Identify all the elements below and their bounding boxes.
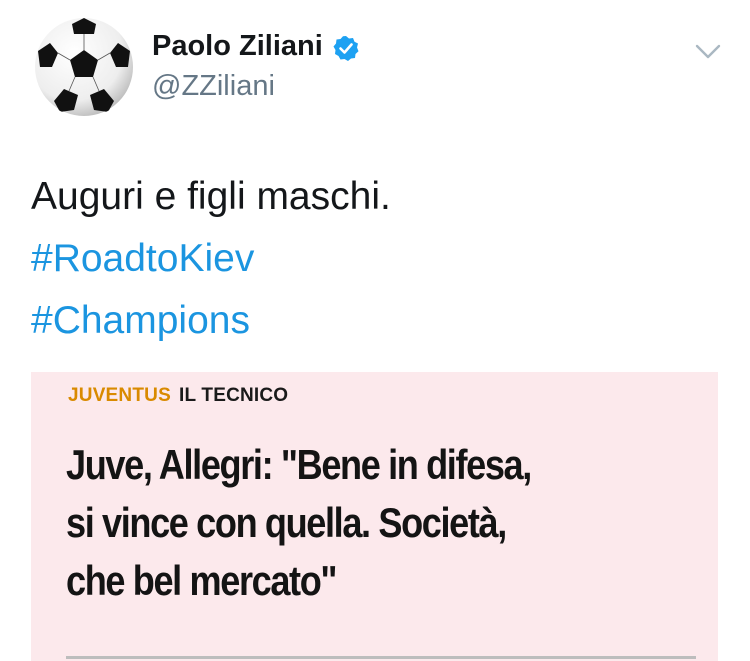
- headline-line: si vince con quella. Società,: [66, 499, 507, 546]
- handle[interactable]: @ZZiliani: [152, 70, 275, 103]
- hashtag-link[interactable]: #Champions: [31, 301, 250, 340]
- kicker-section: IL TECNICO: [178, 385, 289, 406]
- headline-line: che bel mercato": [66, 557, 338, 604]
- article-kicker: JUVENTUS IL TECNICO: [68, 385, 288, 407]
- headline-line: Juve, Allegri: "Bene in difesa,: [66, 441, 532, 488]
- article-headline: Juve, Allegri: "Bene in difesa, si vince…: [66, 436, 616, 610]
- tweet: Paolo Ziliani @ZZiliani Auguri e figli m…: [0, 0, 750, 661]
- verified-badge-icon: [333, 36, 359, 61]
- display-name[interactable]: Paolo Ziliani: [152, 30, 323, 63]
- kicker-team: JUVENTUS: [68, 385, 171, 406]
- hashtag-link[interactable]: #RoadtoKiev: [31, 239, 254, 278]
- media-card[interactable]: JUVENTUS IL TECNICO Juve, Allegri: "Bene …: [31, 372, 718, 661]
- avatar[interactable]: [34, 17, 134, 117]
- soccer-ball-icon: [35, 18, 133, 116]
- divider: [66, 656, 696, 659]
- chevron-down-icon[interactable]: [694, 43, 722, 61]
- tweet-text: Auguri e figli maschi.: [31, 175, 391, 218]
